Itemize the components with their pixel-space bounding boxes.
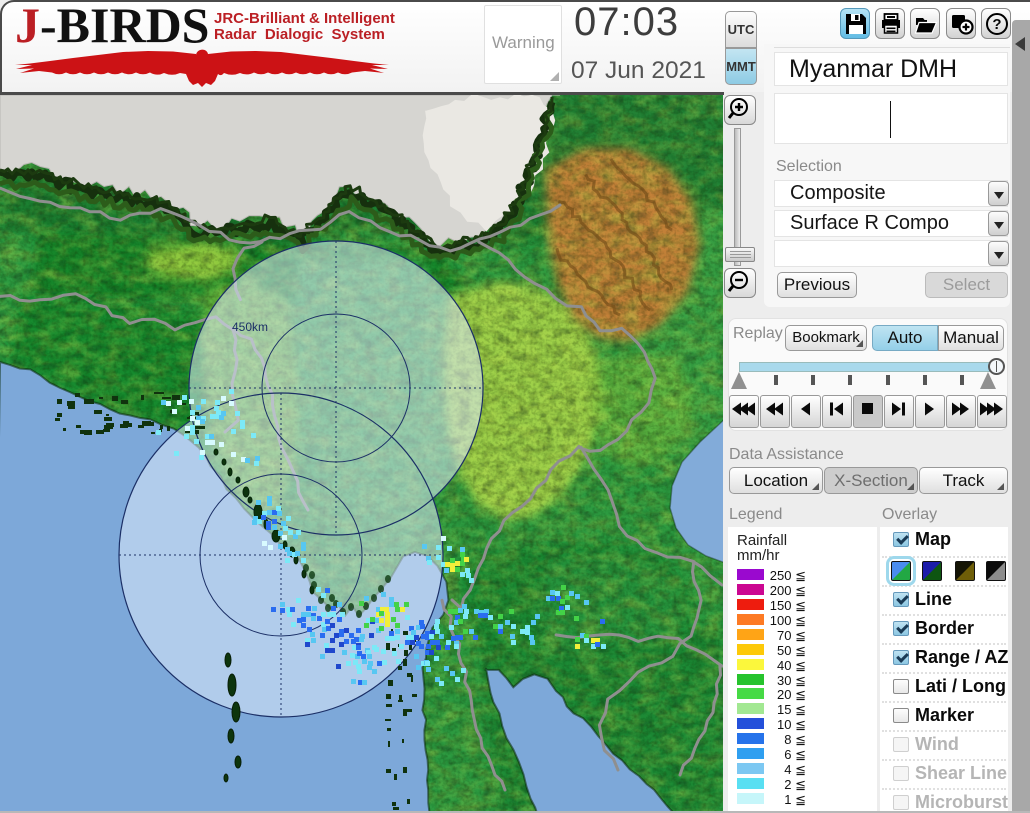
svg-text:450km: 450km [232, 320, 268, 334]
svg-text:?: ? [992, 16, 1001, 33]
